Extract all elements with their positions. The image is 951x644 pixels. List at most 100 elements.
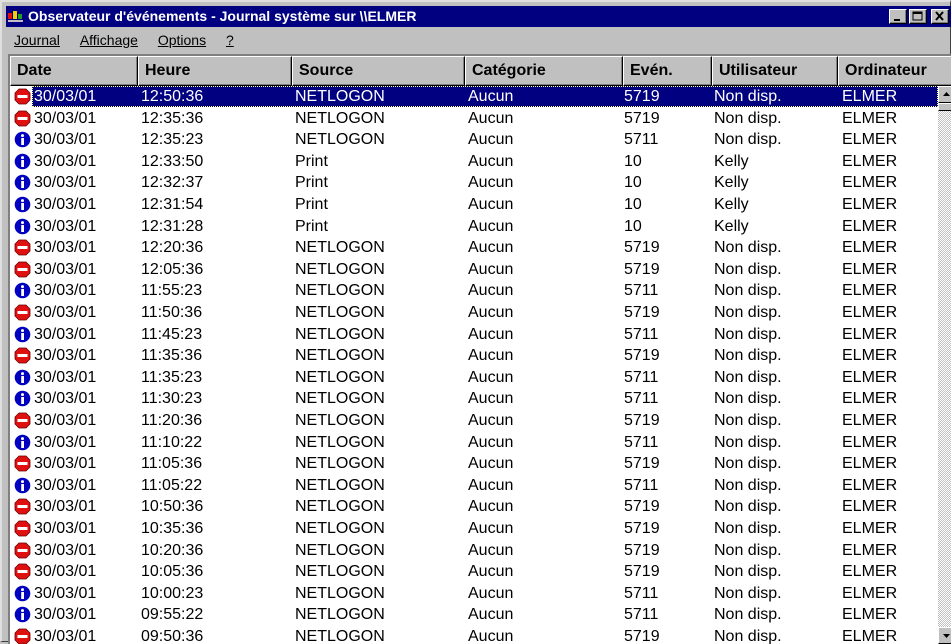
column-time[interactable]: Heure [138,56,292,86]
cell-user: Non disp. [714,239,782,257]
cell-date: 30/03/01 [34,584,97,602]
table-row[interactable]: 30/03/01 09:50:36 NETLOGON Aucun 5719 Non dis… [10,626,938,644]
cell-category: Aucun [468,563,514,581]
cell-computer: ELMER [842,563,898,581]
cell-computer: ELMER [842,217,898,235]
cell-user: Non disp. [714,433,782,451]
table-row[interactable]: 30/03/01 11:45:23 NETLOGON Aucun 5711 Non dis… [10,324,938,345]
table-row[interactable]: 30/03/01 10:20:36 NETLOGON Aucun 5719 Non dis… [10,540,938,561]
cell-source: NETLOGON [295,606,385,624]
table-row[interactable]: 30/03/01 09:55:22 NETLOGON Aucun 5711 Non dis… [10,604,938,625]
stop-icon [14,563,31,580]
cell-source: NETLOGON [295,563,385,581]
column-category[interactable]: Catégorie [465,56,623,86]
close-icon [935,11,944,21]
table-row[interactable]: 30/03/01 11:05:36 NETLOGON Aucun 5719 Non dis… [10,453,938,474]
table-row[interactable]: 30/03/01 10:00:23 NETLOGON Aucun 5711 Non dis… [10,583,938,604]
table-row[interactable]: 30/03/01 11:30:23 NETLOGON Aucun 5711 Non dis… [10,388,938,409]
cell-source: NETLOGON [295,260,385,278]
scroll-down-button[interactable] [938,627,951,644]
scroll-thumb[interactable] [938,103,951,111]
table-row[interactable]: 30/03/01 12:35:23 NETLOGON Aucun 5711 Non dis… [10,129,938,150]
table-row[interactable]: 30/03/01 12:50:36 NETLOGON Aucun 5719 Non dis… [10,86,938,107]
cell-date: 30/03/01 [34,541,97,559]
cell-category: Aucun [468,260,514,278]
close-button[interactable] [931,9,949,24]
cell-source: NETLOGON [295,88,385,105]
table-row[interactable]: 30/03/01 10:35:36 NETLOGON Aucun 5719 Non dis… [10,518,938,539]
arrow-up-icon [943,92,950,96]
cell-time: 12:33:50 [141,152,204,170]
cell-computer: ELMER [842,476,898,494]
info-icon [14,326,31,342]
table-row[interactable]: 30/03/01 12:35:36 NETLOGON Aucun 5719 Non dis… [10,108,938,129]
table-row[interactable]: 30/03/01 12:31:28 Print Aucun 10 Kelly ELMER [10,216,938,237]
title-bar[interactable]: Observateur d'événements - Journal systè… [6,6,951,27]
scroll-up-button[interactable] [938,86,951,103]
table-row[interactable]: 30/03/01 10:05:36 NETLOGON Aucun 5719 Non dis… [10,561,938,582]
column-source[interactable]: Source [292,56,465,86]
stop-icon [14,498,31,515]
table-row[interactable]: 30/03/01 12:31:54 Print Aucun 10 Kelly ELMER [10,194,938,215]
cell-event: 5711 [624,606,659,624]
column-computer[interactable]: Ordinateur [838,56,951,86]
table-row[interactable]: 30/03/01 12:32:37 Print Aucun 10 Kelly ELMER [10,172,938,193]
cell-event: 5719 [624,88,660,105]
table-row[interactable]: 30/03/01 12:33:50 Print Aucun 10 Kelly ELMER [10,151,938,172]
table-row[interactable]: 30/03/01 11:35:36 NETLOGON Aucun 5719 Non dis… [10,345,938,366]
menu-help[interactable]: ? [226,29,234,51]
cell-time: 09:50:36 [141,628,204,644]
cell-computer: ELMER [842,347,898,365]
table-row[interactable]: 30/03/01 11:50:36 NETLOGON Aucun 5719 Non dis… [10,302,938,323]
cell-date: 30/03/01 [34,347,97,365]
maximize-icon [912,11,923,21]
minimize-button[interactable] [889,9,907,24]
table-row[interactable]: 30/03/01 11:05:22 NETLOGON Aucun 5711 Non dis… [10,475,938,496]
info-icon [14,585,31,602]
cell-user: Non disp. [714,131,782,149]
maximize-button[interactable] [909,9,927,24]
cell-user: Non disp. [714,325,782,343]
cell-computer: ELMER [842,109,898,127]
table-row[interactable]: 30/03/01 11:10:22 NETLOGON Aucun 5711 Non dis… [10,432,938,453]
cell-event: 5711 [624,131,659,149]
column-event[interactable]: Evén. [623,56,712,86]
cell-time: 12:31:28 [141,217,204,235]
table-row[interactable]: 30/03/01 12:20:36 NETLOGON Aucun 5719 Non dis… [10,237,938,258]
column-user[interactable]: Utilisateur [712,56,838,86]
cell-source: NETLOGON [295,131,385,149]
cell-event: 5719 [624,412,660,429]
cell-date: 30/03/01 [34,412,97,429]
cell-source: NETLOGON [295,628,385,644]
menu-journal-label: Journal [14,32,60,48]
cell-computer: ELMER [842,584,898,602]
menu-options[interactable]: Options [158,29,206,51]
cell-date: 30/03/01 [34,606,97,624]
cell-user: Non disp. [714,412,782,429]
vertical-scrollbar[interactable] [938,86,951,644]
cell-time: 11:20:36 [141,412,203,429]
cell-time: 12:50:36 [141,88,204,105]
event-list[interactable]: Date Heure Source Catégorie Evén. Utilis… [8,54,951,644]
table-row[interactable]: 30/03/01 11:35:23 NETLOGON Aucun 5711 Non dis… [10,367,938,388]
menu-journal[interactable]: Journal [14,29,60,51]
cell-category: Aucun [468,131,514,149]
cell-time: 11:30:23 [141,390,203,408]
menu-affichage[interactable]: Affichage [80,29,138,51]
column-date[interactable]: Date [10,56,138,86]
stop-icon [14,347,31,364]
event-viewer-app-icon [8,11,23,22]
table-row[interactable]: 30/03/01 11:55:23 NETLOGON Aucun 5711 Non dis… [10,280,938,301]
cell-computer: ELMER [842,239,898,257]
cell-source: NETLOGON [295,390,385,408]
table-row[interactable]: 30/03/01 12:05:36 NETLOGON Aucun 5719 Non dis… [10,259,938,280]
info-icon [14,196,31,213]
cell-event: 5719 [624,109,660,127]
event-viewer-window: Observateur d'événements - Journal systè… [0,0,951,644]
table-row[interactable]: 30/03/01 11:20:36 NETLOGON Aucun 5719 Non dis… [10,410,938,431]
cell-event: 5711 [624,282,659,300]
cell-time: 11:05:22 [141,476,203,494]
cell-category: Aucun [468,455,514,473]
cell-source: NETLOGON [295,282,385,300]
table-row[interactable]: 30/03/01 10:50:36 NETLOGON Aucun 5719 Non dis… [10,496,938,517]
